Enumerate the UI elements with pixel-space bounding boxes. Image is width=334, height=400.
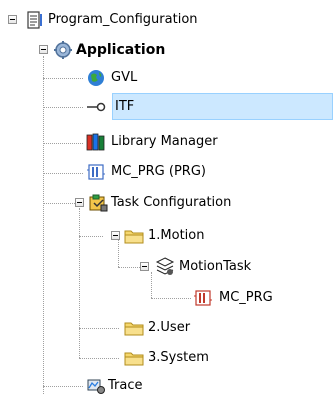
tree-item-label: MC_PRG — [219, 290, 273, 305]
tree-item-label: MotionTask — [179, 259, 252, 274]
tree-item-label: 2.User — [148, 320, 191, 335]
tree-item-system-folder[interactable]: 3.System — [0, 344, 334, 372]
tree-item-itf[interactable]: ITF — [0, 93, 334, 121]
device-tree: Program_Configuration Application GVL IT… — [0, 0, 334, 395]
tree-item-label: ITF — [115, 99, 135, 114]
tree-item-motion-task[interactable]: MotionTask — [0, 253, 334, 281]
device-config-icon — [27, 11, 42, 29]
tree-item-mc-prg-prg[interactable]: MC_PRG (PRG) — [0, 158, 334, 186]
tree-item-label: MC_PRG (PRG) — [111, 164, 206, 179]
tree-item-label: Trace — [108, 378, 143, 393]
tree-item-label: GVL — [111, 70, 138, 85]
collapse-toggle[interactable] — [75, 198, 84, 207]
tree-item-label: Task Configuration — [111, 195, 232, 210]
tree-item-trace[interactable]: Trace — [0, 372, 334, 400]
application-gear-icon — [54, 41, 72, 59]
books-icon — [86, 133, 105, 151]
trace-icon — [87, 379, 105, 394]
selection-highlight — [112, 93, 333, 120]
task-icon — [155, 257, 175, 275]
tree-item-application[interactable]: Application — [0, 36, 334, 64]
tree-item-label: Program_Configuration — [48, 12, 198, 27]
interface-icon — [87, 102, 106, 112]
folder-icon — [124, 352, 144, 366]
folder-icon — [124, 230, 144, 244]
program-call-icon — [194, 290, 212, 306]
tree-item-label: Application — [76, 42, 166, 58]
collapse-toggle[interactable] — [8, 15, 17, 24]
globe-icon — [88, 70, 104, 86]
tree-item-library-manager[interactable]: Library Manager — [0, 128, 334, 156]
collapse-toggle[interactable] — [111, 231, 120, 240]
task-configuration-icon — [89, 194, 108, 212]
tree-item-program-configuration[interactable]: Program_Configuration — [0, 6, 334, 34]
tree-item-gvl[interactable]: GVL — [0, 64, 334, 92]
collapse-toggle[interactable] — [39, 45, 48, 54]
folder-icon — [124, 322, 144, 336]
program-pou-icon — [87, 164, 105, 180]
tree-item-task-configuration[interactable]: Task Configuration — [0, 189, 334, 217]
tree-item-mc-prg-call[interactable]: MC_PRG — [0, 284, 334, 312]
tree-item-label: Library Manager — [111, 134, 218, 149]
tree-item-label: 3.System — [148, 350, 209, 365]
tree-item-user-folder[interactable]: 2.User — [0, 314, 334, 342]
tree-item-motion-folder[interactable]: 1.Motion — [0, 222, 334, 250]
tree-item-label: 1.Motion — [148, 228, 205, 243]
collapse-toggle[interactable] — [140, 262, 149, 271]
